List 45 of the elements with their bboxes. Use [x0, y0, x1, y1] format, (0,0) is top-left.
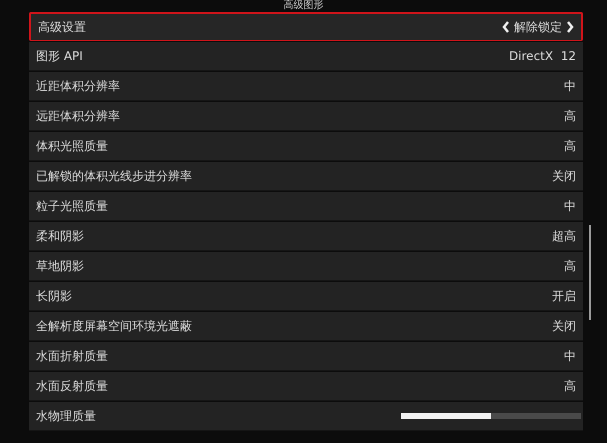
setting-label: 体积光照质量	[36, 138, 108, 155]
setting-label: 水面折射质量	[36, 348, 108, 365]
setting-label: 远距体积分辨率	[36, 108, 120, 125]
settings-row[interactable]: 高级设置 解除锁定	[29, 12, 583, 41]
settings-row[interactable]: 水面折射质量 中	[29, 342, 583, 371]
setting-label: 粒子光照质量	[36, 198, 108, 215]
setting-value: 解除锁定	[514, 19, 562, 36]
settings-row[interactable]: 粒子光照质量 中	[29, 192, 583, 221]
setting-value: 关闭	[552, 168, 576, 185]
setting-value: 高	[564, 138, 576, 155]
setting-label: 草地阴影	[36, 258, 84, 275]
setting-value: DirectX 12	[508, 48, 576, 65]
setting-value: 高	[564, 378, 576, 395]
setting-label: 长阴影	[36, 288, 72, 305]
settings-row[interactable]: 体积光照质量 高	[29, 132, 583, 161]
setting-value: 高	[564, 108, 576, 125]
settings-row[interactable]: 长阴影 开启	[29, 282, 583, 311]
settings-row[interactable]: 草地阴影 高	[29, 252, 583, 281]
scrollbar-thumb[interactable]	[589, 225, 591, 320]
setting-value: 中	[564, 78, 576, 95]
setting-label: 图形 API	[36, 48, 83, 65]
setting-value: 中	[564, 198, 576, 215]
setting-label: 近距体积分辨率	[36, 78, 120, 95]
slider-track[interactable]	[401, 413, 581, 419]
settings-row[interactable]: 图形 API DirectX 12	[29, 42, 583, 71]
settings-row[interactable]: 近距体积分辨率 中	[29, 72, 583, 101]
setting-label: 柔和阴影	[36, 228, 84, 245]
setting-label: 全解析度屏幕空间环境光遮蔽	[36, 318, 192, 335]
setting-label: 水物理质量	[36, 408, 96, 425]
settings-row[interactable]: 全解析度屏幕空间环境光遮蔽 关闭	[29, 312, 583, 341]
setting-value: 关闭	[552, 318, 576, 335]
setting-label: 已解锁的体积光线步进分辨率	[36, 168, 192, 185]
setting-value: 超高	[552, 228, 576, 245]
settings-row[interactable]: 水物理质量	[29, 402, 583, 431]
settings-row[interactable]: 水面反射质量 高	[29, 372, 583, 401]
setting-label: 水面反射质量	[36, 378, 108, 395]
settings-row[interactable]: 远距体积分辨率 高	[29, 102, 583, 131]
setting-value: 中	[564, 348, 576, 365]
setting-value: 高	[564, 258, 576, 275]
setting-label: 高级设置	[38, 19, 86, 36]
settings-row[interactable]: 已解锁的体积光线步进分辨率 关闭	[29, 162, 583, 191]
settings-row[interactable]: 柔和阴影 超高	[29, 222, 583, 251]
setting-value: 开启	[552, 288, 576, 305]
right-chevron-icon[interactable]	[566, 21, 574, 33]
left-chevron-icon[interactable]	[502, 21, 510, 33]
